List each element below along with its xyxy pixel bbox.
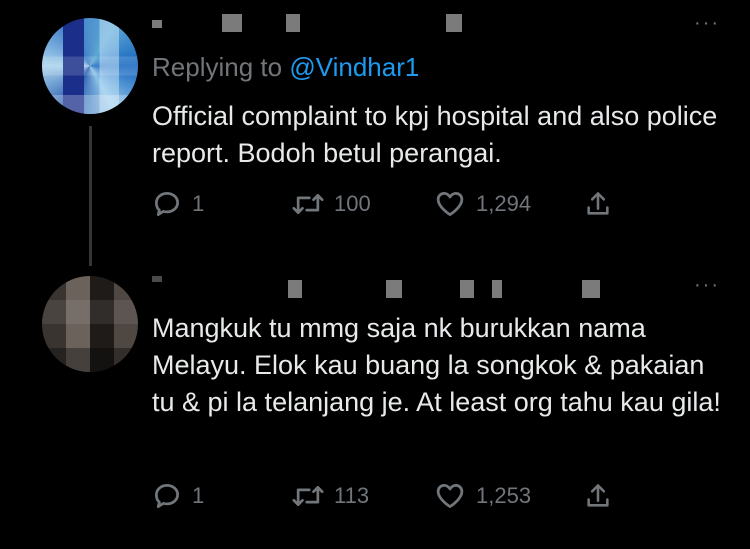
share-button[interactable] <box>584 189 612 219</box>
reply-button[interactable]: 1 <box>152 189 292 219</box>
tweet-actions: 1 113 1,253 <box>152 480 612 512</box>
name-censor <box>152 20 162 28</box>
name-censor <box>460 280 474 298</box>
name-censor <box>288 280 302 298</box>
reply-icon <box>155 192 179 216</box>
name-censor <box>152 276 162 282</box>
more-icon[interactable]: ··· <box>694 274 720 297</box>
reply-count: 1 <box>192 483 205 508</box>
like-icon <box>436 484 464 508</box>
replying-to: Replying to @Vindhar1 <box>152 52 419 83</box>
reply-count: 1 <box>192 191 205 216</box>
retweet-count: 113 <box>334 483 370 508</box>
share-icon <box>587 192 609 215</box>
like-icon <box>436 192 464 216</box>
avatar[interactable] <box>42 276 138 372</box>
retweet-count: 100 <box>334 191 371 216</box>
name-censor <box>582 280 600 298</box>
tweet-text: Official complaint to kpj hospital and a… <box>152 101 718 168</box>
tweet[interactable]: ··· Mangkuk tu mmg saja nk burukkan nama… <box>0 258 750 549</box>
name-censor <box>222 14 242 32</box>
like-count: 1,253 <box>476 483 532 508</box>
avatar[interactable] <box>42 18 138 114</box>
more-icon[interactable]: ··· <box>694 12 720 35</box>
share-button[interactable] <box>584 481 612 511</box>
name-censor <box>286 14 300 32</box>
like-count: 1,294 <box>476 191 532 216</box>
retweet-icon <box>292 486 324 506</box>
share-icon <box>587 484 609 507</box>
reply-icon <box>155 484 179 508</box>
tweet[interactable]: ··· Replying to @Vindhar1 Official compl… <box>0 0 750 266</box>
name-censor <box>386 280 402 298</box>
tweet-text: Mangkuk tu mmg saja nk burukkan nama Mel… <box>152 313 721 417</box>
tweet-actions: 1 100 1,294 <box>152 188 612 220</box>
like-button[interactable]: 1,294 <box>434 189 584 219</box>
retweet-button[interactable]: 100 <box>292 189 434 219</box>
name-censor <box>492 280 502 298</box>
reply-button[interactable]: 1 <box>152 481 292 511</box>
like-button[interactable]: 1,253 <box>434 481 584 511</box>
name-censor <box>446 14 462 32</box>
replying-handle-link[interactable]: @Vindhar1 <box>289 52 419 82</box>
thread-line <box>89 126 92 266</box>
retweet-button[interactable]: 113 <box>292 481 434 511</box>
retweet-icon <box>292 194 324 214</box>
replying-prefix: Replying to <box>152 52 283 82</box>
